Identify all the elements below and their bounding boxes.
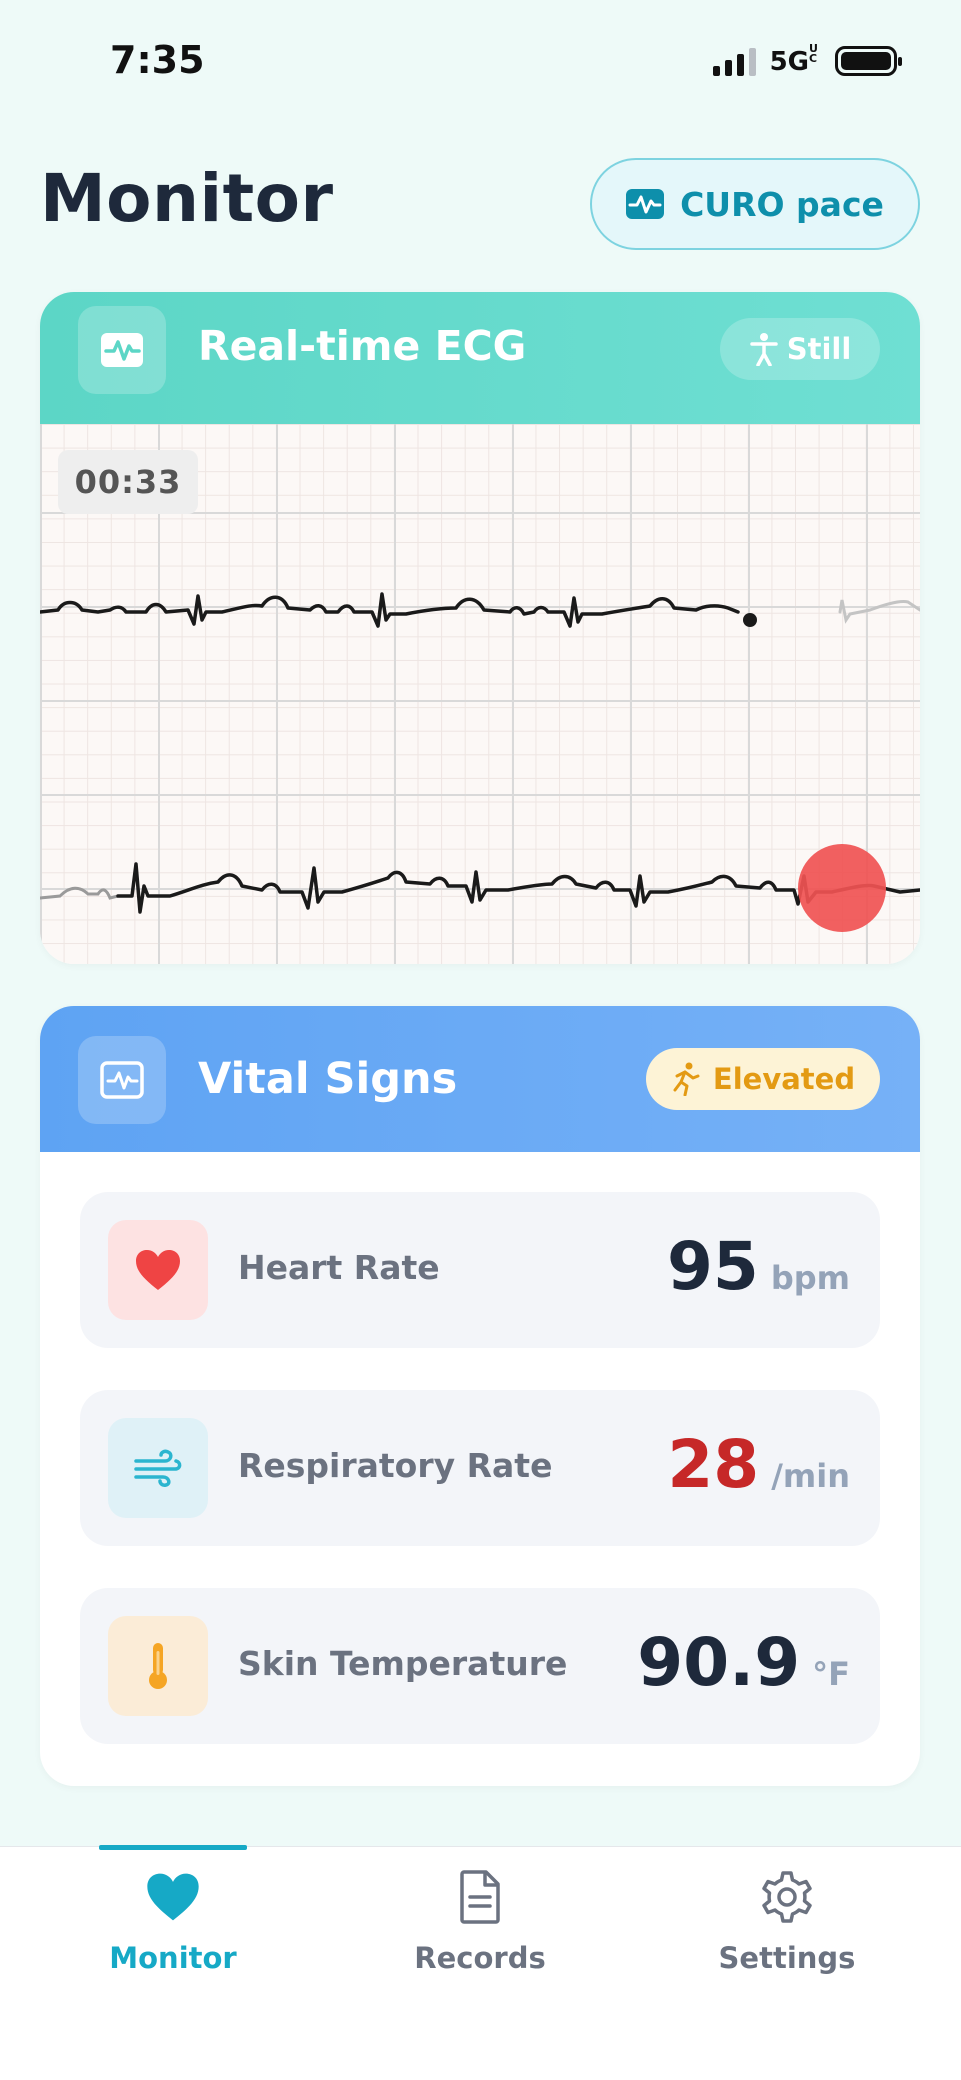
signal-icon <box>712 46 756 76</box>
wind-icon-box <box>108 1418 208 1518</box>
bottom-nav: Monitor Records Settings <box>0 1845 961 2080</box>
vitals-title: Vital Signs <box>198 1054 458 1104</box>
status-time: 7:35 <box>110 38 205 82</box>
vital-row-respiratory-rate: Respiratory Rate 28 /min <box>80 1390 880 1546</box>
ecg-timer: 00:33 <box>58 450 198 514</box>
nav-item-settings[interactable]: Settings <box>637 1847 937 2007</box>
vital-label: Heart Rate <box>238 1248 440 1287</box>
ecg-trace-faded <box>838 599 920 624</box>
ecg-trace-line-top <box>40 592 740 628</box>
activity-badge: Still <box>720 318 880 380</box>
nav-active-indicator <box>99 1845 247 1850</box>
vital-label: Respiratory Rate <box>238 1446 553 1485</box>
nav-label: Records <box>414 1941 546 1975</box>
vitals-status-label: Elevated <box>712 1062 856 1096</box>
vital-value-alert: 28 <box>667 1426 760 1503</box>
ecg-cursor-dot <box>743 613 757 627</box>
network-label: 5GUC <box>769 42 818 77</box>
waveform-icon <box>101 333 143 367</box>
vital-value: 90.9 <box>637 1624 801 1701</box>
thermometer-icon-box <box>108 1616 208 1716</box>
vital-value-group: 28 /min <box>667 1426 850 1503</box>
vital-row-heart-rate: Heart Rate 95 bpm <box>80 1192 880 1348</box>
ecg-header-icon-box <box>78 306 166 394</box>
vitals-header-icon-box <box>78 1036 166 1124</box>
heart-icon <box>136 1250 180 1290</box>
vital-unit: °F <box>812 1655 850 1693</box>
vitals-card-header: Vital Signs Elevated <box>40 1006 920 1152</box>
curo-pace-label: CURO pace <box>680 184 884 224</box>
vitals-status-badge: Elevated <box>646 1048 880 1110</box>
status-indicators: 5GUC <box>712 42 902 77</box>
heart-icon <box>147 1873 199 1921</box>
vital-value: 95 <box>666 1228 759 1305</box>
vitals-card: Vital Signs Elevated Heart Rate 95 bpm R… <box>40 1006 920 1786</box>
heart-icon-box <box>108 1220 208 1320</box>
thermometer-icon <box>149 1643 167 1689</box>
document-icon <box>460 1870 500 1924</box>
running-person-icon <box>673 1062 700 1096</box>
nav-label: Monitor <box>109 1941 237 1975</box>
vital-unit: /min <box>771 1457 850 1495</box>
vital-value-group: 95 bpm <box>667 1228 850 1305</box>
ecg-trace-faded-left <box>40 886 120 900</box>
vital-value-group: 90.9 °F <box>637 1624 850 1701</box>
standing-person-icon <box>749 333 778 366</box>
nav-item-records[interactable]: Records <box>330 1847 630 2007</box>
ecg-title: Real-time ECG <box>198 322 527 370</box>
vital-unit: bpm <box>770 1259 850 1297</box>
vitals-chart-icon <box>100 1061 144 1099</box>
gear-icon <box>762 1871 812 1923</box>
wind-icon <box>134 1449 182 1487</box>
ecg-recording-indicator <box>798 844 886 932</box>
ecg-chart: 00:33 <box>40 424 920 964</box>
status-bar: 7:35 5GUC <box>0 0 961 120</box>
battery-icon <box>835 45 902 76</box>
activity-label: Still <box>786 332 852 366</box>
ecg-card: Real-time ECG Still 00:33 <box>40 292 920 964</box>
vital-row-skin-temperature: Skin Temperature 90.9 °F <box>80 1588 880 1744</box>
vital-label: Skin Temperature <box>238 1644 568 1683</box>
curo-pace-button[interactable]: CURO pace <box>590 158 920 250</box>
nav-item-monitor[interactable]: Monitor <box>23 1845 323 2007</box>
ecg-card-header: Real-time ECG Still <box>40 292 920 424</box>
page-title: Monitor <box>40 160 334 237</box>
nav-label: Settings <box>718 1941 856 1975</box>
waveform-icon <box>626 189 665 219</box>
